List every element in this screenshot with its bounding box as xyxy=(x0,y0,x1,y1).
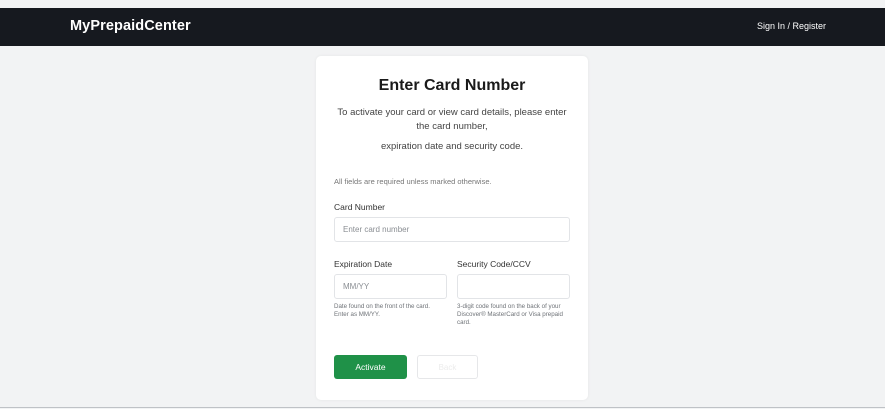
brand-logo[interactable]: MyPrepaidCenter xyxy=(70,18,191,34)
activation-card: Enter Card Number To activate your card … xyxy=(316,56,588,400)
security-code-label: Security Code/CCV xyxy=(457,259,531,269)
sign-in-register-link[interactable]: Sign In / Register xyxy=(757,21,826,31)
expiration-date-label: Expiration Date xyxy=(334,259,393,269)
card-number-label: Card Number xyxy=(334,202,386,212)
bottom-divider xyxy=(0,407,885,408)
page-title: Enter Card Number xyxy=(378,77,526,94)
top-nav-bar: MyPrepaidCenter Sign In / Register xyxy=(0,8,885,46)
intro-text-line1: To activate your card or view card detai… xyxy=(337,107,567,132)
intro-text-line2: expiration date and security code. xyxy=(380,141,524,152)
activate-button[interactable]: Activate xyxy=(334,355,407,379)
security-code-input[interactable] xyxy=(457,274,570,299)
security-code-hint: 3-digit code found on the back of your D… xyxy=(457,303,563,326)
card-number-input[interactable] xyxy=(334,217,570,242)
required-fields-note: All fields are required unless marked ot… xyxy=(334,177,492,186)
back-button[interactable]: Back xyxy=(417,355,478,379)
expiration-date-hint: Date found on the front of the card. Ent… xyxy=(334,303,430,318)
expiration-date-input[interactable] xyxy=(334,274,447,299)
